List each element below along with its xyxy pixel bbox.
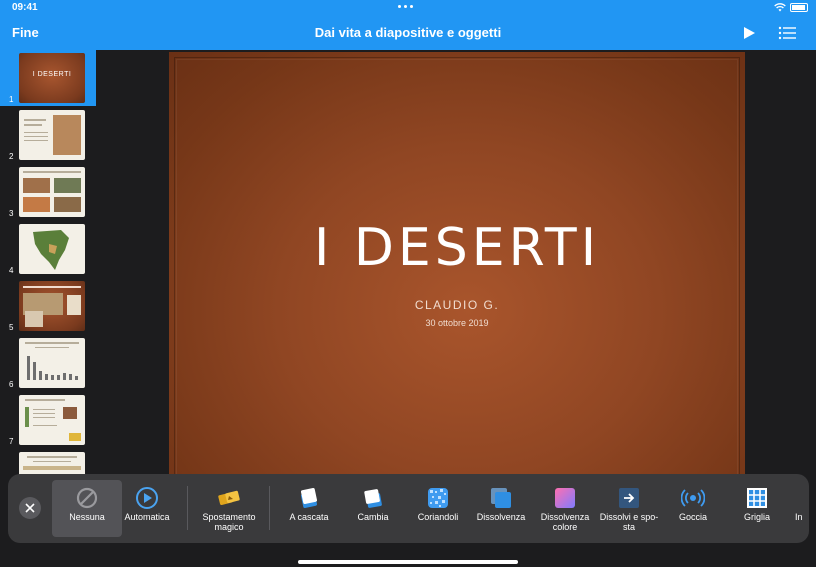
- transition-automatic[interactable]: Automatica: [112, 480, 182, 537]
- thumbnail-image: [19, 110, 85, 160]
- thumbnail-image: [19, 167, 85, 217]
- transition-cascade[interactable]: A cascata: [274, 480, 344, 537]
- thumbnail-image: I DESERTI: [19, 53, 85, 103]
- transition-grid[interactable]: Griglia: [722, 480, 792, 537]
- slide-thumbnail-7[interactable]: 7: [0, 392, 96, 448]
- slide-thumbnail-1[interactable]: I DESERTI 1: [0, 50, 96, 106]
- auto-play-icon: [136, 487, 158, 509]
- transition-color-dissolve[interactable]: Dissolvenza colore: [530, 480, 600, 537]
- status-time: 09:41: [12, 2, 38, 13]
- wifi-icon: [774, 3, 786, 12]
- transition-label: In: [795, 512, 803, 522]
- transition-label: Dissolvenza colore: [540, 512, 590, 532]
- thumbnail-image: [19, 224, 85, 274]
- status-bar: 09:41: [0, 0, 816, 16]
- slide-number: 2: [9, 152, 14, 161]
- thumbnail-image: [19, 395, 85, 445]
- thumbnail-image: [19, 281, 85, 331]
- transition-label: Coriandoli: [417, 512, 459, 522]
- flip-icon: [364, 489, 382, 508]
- slide-number: 6: [9, 380, 14, 389]
- transition-droplet[interactable]: Goccia: [658, 480, 728, 537]
- transition-label: Spostamento magico: [202, 512, 256, 532]
- dissolve-icon: [491, 488, 511, 508]
- transition-label: Griglia: [743, 512, 770, 522]
- slide-number: 5: [9, 323, 14, 332]
- transition-partial[interactable]: In: [786, 480, 809, 537]
- slide-date[interactable]: 30 ottobre 2019: [169, 318, 745, 328]
- slide-thumbnail-6[interactable]: 6: [0, 335, 96, 391]
- document-title: Dai vita a diapositive e oggetti: [314, 25, 502, 40]
- multitask-dots-icon[interactable]: [398, 5, 418, 9]
- transition-picker: Nessuna Automatica Spostamento magico A …: [8, 474, 809, 543]
- transition-magic-move[interactable]: Spostamento magico: [194, 480, 264, 537]
- transition-label: A cascata: [289, 512, 329, 522]
- transition-label: Goccia: [678, 512, 707, 522]
- transition-dissolve-move[interactable]: Dissolvi e spo-sta: [594, 480, 664, 537]
- none-icon: [76, 487, 98, 509]
- transition-label: Automatica: [124, 512, 170, 522]
- transition-label: Cambia: [357, 512, 389, 522]
- close-button[interactable]: [19, 497, 41, 519]
- home-indicator[interactable]: [298, 560, 518, 564]
- slide-number: 7: [9, 437, 14, 446]
- droplet-icon: [681, 489, 705, 507]
- slide-number: 4: [9, 266, 14, 275]
- thumbnail-title: I DESERTI: [32, 71, 72, 78]
- battery-icon: [790, 3, 808, 12]
- slide-title[interactable]: I DESERTI: [169, 218, 745, 278]
- transition-label: Dissolvi e spo-sta: [599, 512, 659, 532]
- play-icon[interactable]: [742, 26, 756, 40]
- transition-label: Dissolvenza: [476, 512, 526, 522]
- list-view-icon[interactable]: [778, 26, 796, 40]
- transition-dissolve[interactable]: Dissolvenza: [466, 480, 536, 537]
- grid-icon: [747, 488, 767, 508]
- current-slide[interactable]: I DESERTI CLAUDIO G. 30 ottobre 2019: [169, 52, 745, 522]
- transition-confetti[interactable]: Coriandoli: [403, 480, 473, 537]
- slide-number: 3: [9, 209, 14, 218]
- dissolve-move-icon: [619, 488, 639, 508]
- toolbar: Fine Dai vita a diapositive e oggetti: [0, 16, 816, 50]
- divider: [187, 486, 188, 530]
- close-icon: [25, 503, 35, 513]
- transition-flip[interactable]: Cambia: [338, 480, 408, 537]
- divider: [269, 486, 270, 530]
- thumbnail-image: [19, 338, 85, 388]
- slide-inner-border: [176, 59, 738, 515]
- slide-thumbnail-3[interactable]: 3: [0, 164, 96, 220]
- magic-move-icon: [218, 490, 240, 505]
- slide-thumbnail-2[interactable]: 2: [0, 107, 96, 163]
- color-dissolve-icon: [555, 488, 575, 508]
- cascade-icon: [300, 487, 318, 509]
- slide-thumbnail-5[interactable]: 5: [0, 278, 96, 334]
- slide-author[interactable]: CLAUDIO G.: [169, 298, 745, 312]
- slide-number: 1: [9, 95, 14, 104]
- slide-thumbnail-4[interactable]: 4: [0, 221, 96, 277]
- confetti-icon: [428, 488, 448, 508]
